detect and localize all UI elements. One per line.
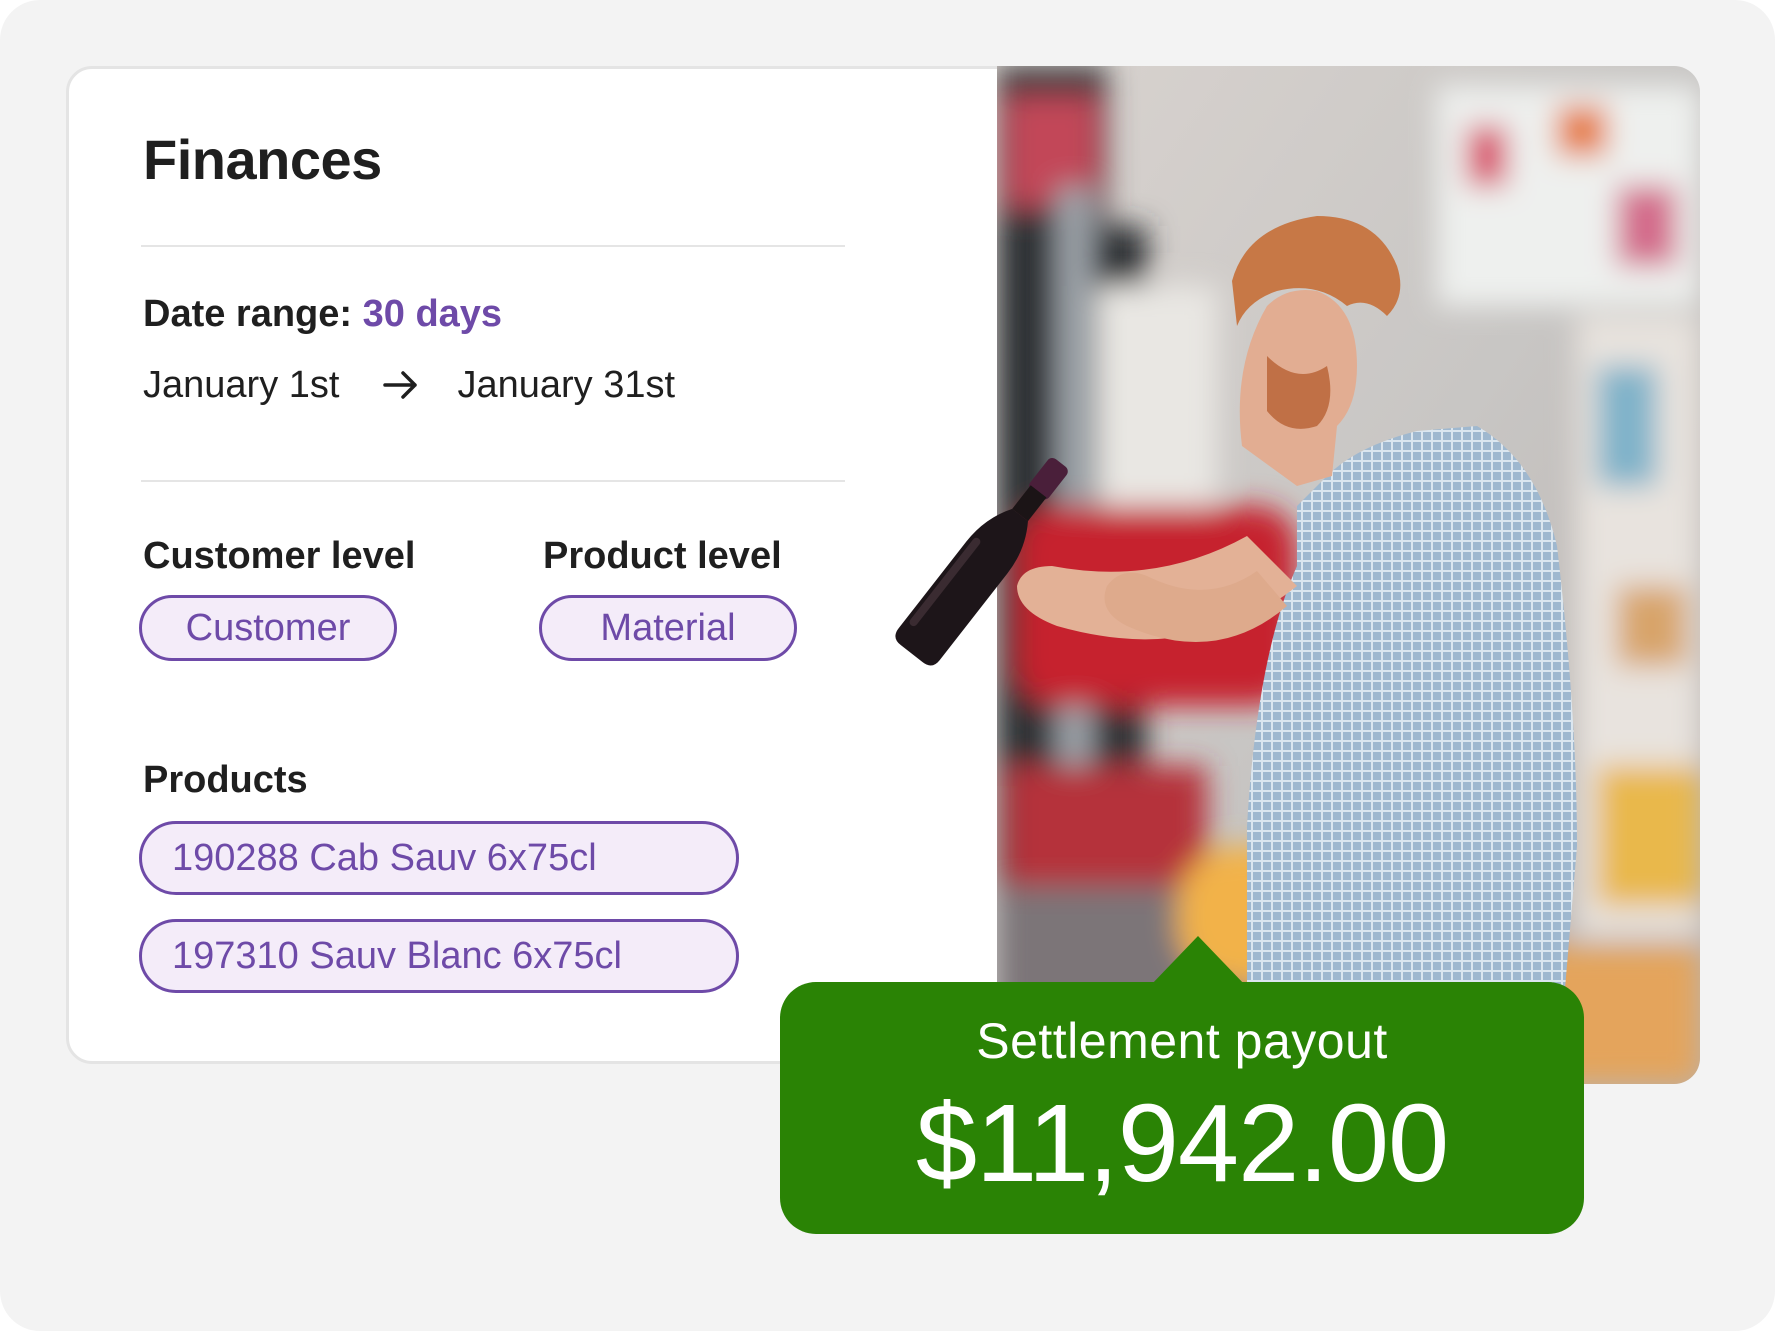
date-range-value[interactable]: 30 days [363, 293, 502, 335]
callout-pointer [1150, 936, 1246, 986]
customer-chip[interactable]: Customer [139, 595, 397, 661]
divider [141, 480, 845, 482]
page-title: Finances [143, 128, 382, 191]
date-range-label: Date range: [143, 293, 353, 335]
settlement-payout-badge: Settlement payout $11,942.00 [780, 982, 1584, 1234]
products-label: Products [143, 759, 308, 801]
wine-bottle [860, 430, 1120, 690]
settlement-payout-label: Settlement payout [976, 1013, 1388, 1069]
date-range-heading: Date range: 30 days [143, 293, 502, 336]
date-range-row: January 1st January 31st [143, 359, 675, 411]
product-level-label: Product level [543, 535, 782, 577]
arrow-right-icon [383, 371, 418, 399]
page-background: Finances Date range: 30 days January 1st… [0, 0, 1775, 1331]
product-chip[interactable]: 190288 Cab Sauv 6x75cl [139, 821, 739, 895]
customer-level-label: Customer level [143, 535, 416, 577]
date-end[interactable]: January 31st [457, 364, 675, 407]
material-chip[interactable]: Material [539, 595, 797, 661]
date-start[interactable]: January 1st [143, 364, 339, 407]
product-chip[interactable]: 197310 Sauv Blanc 6x75cl [139, 919, 739, 993]
settlement-payout-amount: $11,942.00 [915, 1082, 1449, 1205]
divider [141, 245, 845, 247]
